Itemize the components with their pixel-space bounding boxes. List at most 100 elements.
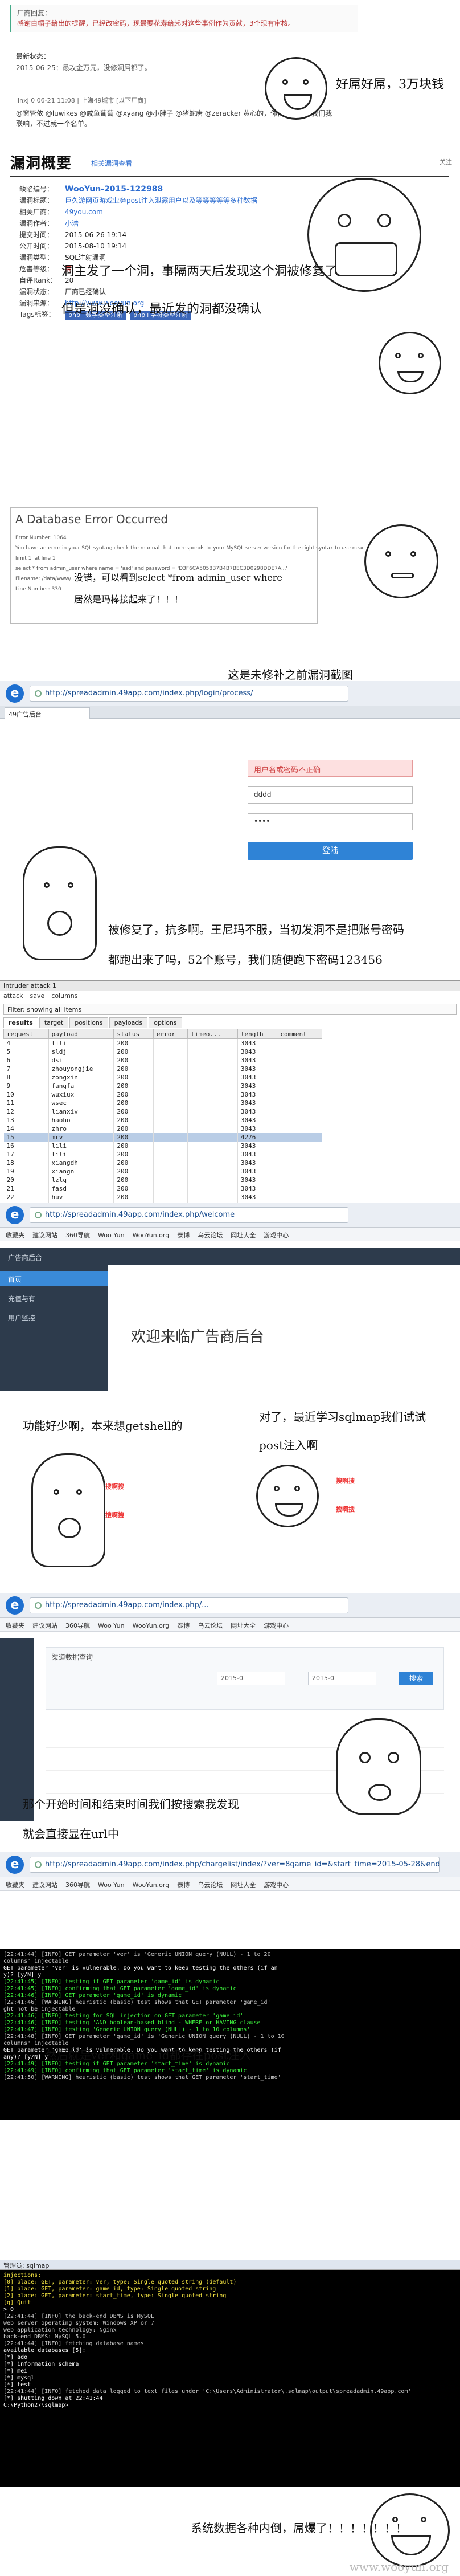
sidebar-item[interactable]: 用户监控 xyxy=(0,1310,108,1324)
table-row[interactable]: 19 xiangn 200 3043 xyxy=(3,1167,322,1176)
favorite-link[interactable]: 360导航 xyxy=(65,1232,90,1239)
table-row[interactable]: 11 wsec 200 3043 xyxy=(3,1098,322,1107)
favorite-link[interactable]: 网址大全 xyxy=(231,1881,256,1889)
password-field[interactable]: •••• xyxy=(248,813,413,830)
username-field[interactable]: dddd xyxy=(248,786,413,804)
table-row[interactable]: 6 dsi 200 3043 xyxy=(3,1055,322,1065)
table-row[interactable]: 9 fangfa 200 3043 xyxy=(3,1081,322,1090)
favorite-link[interactable]: 乌云论坛 xyxy=(198,1881,223,1889)
table-row[interactable]: 20 lzlq 200 3043 xyxy=(3,1175,322,1184)
start-date-field[interactable]: 2015-0 xyxy=(217,1672,285,1685)
table-row[interactable]: 7 zhouyongjie 200 3043 xyxy=(3,1064,322,1073)
table-row[interactable]: 5 sldj 200 3043 xyxy=(3,1047,322,1056)
table-row[interactable]: 4 lili 200 3043 xyxy=(3,1038,322,1047)
favorite-link[interactable]: 泰博 xyxy=(177,1881,190,1889)
favorite-link[interactable]: 网址大全 xyxy=(231,1622,256,1629)
favorite-link[interactable]: 游戏中心 xyxy=(264,1232,289,1239)
table-row[interactable]: 8 zongxin 200 3043 xyxy=(3,1073,322,1082)
console-line: C:\Python27\sqlmap> xyxy=(3,2402,69,2408)
table-row[interactable]: 14 zhro 200 3043 xyxy=(3,1124,322,1133)
column-header[interactable]: timeo... xyxy=(187,1029,238,1039)
intruder-menu-item[interactable]: attack xyxy=(3,992,23,1000)
favorite-link[interactable]: Woo Yun xyxy=(98,1232,125,1239)
intruder-tab[interactable]: positions xyxy=(69,1017,108,1028)
column-header[interactable]: status xyxy=(113,1029,154,1039)
table-row[interactable]: 22 huv 200 3043 xyxy=(3,1192,322,1201)
db-error-section: A Database Error Occurred Error Number: … xyxy=(0,502,460,635)
related-vuln-link[interactable]: 相关漏洞查看 xyxy=(91,158,132,168)
intruder-tab[interactable]: results xyxy=(3,1017,38,1028)
column-header[interactable]: payload xyxy=(48,1029,114,1039)
table-cell xyxy=(153,1038,188,1047)
query-panel-title: 渠道数据查询 xyxy=(52,1653,93,1661)
console-line: columns' injectable xyxy=(3,1958,69,1964)
column-header[interactable]: request xyxy=(3,1029,49,1039)
intruder-tab[interactable]: target xyxy=(39,1017,69,1028)
sidebar-item[interactable]: 首页 xyxy=(0,1271,108,1286)
table-row[interactable]: 10 wuxiux 200 3043 xyxy=(3,1090,322,1099)
favorite-link[interactable]: WooYun.org xyxy=(133,1232,170,1239)
column-header[interactable]: error xyxy=(153,1029,188,1039)
table-row[interactable]: 13 haoho 200 3043 xyxy=(3,1115,322,1124)
favorite-link[interactable]: 游戏中心 xyxy=(264,1622,289,1629)
intruder-tab[interactable]: payloads xyxy=(109,1017,148,1028)
favorite-link[interactable]: 乌云论坛 xyxy=(198,1622,223,1629)
rage-face-meme-3 xyxy=(379,332,441,394)
table-row[interactable]: 15 mrv 200 4276 xyxy=(3,1132,322,1142)
ie-logo-icon: e xyxy=(6,1856,24,1874)
intruder-filter[interactable]: Filter: showing all items xyxy=(3,1004,457,1015)
table-cell: dsi xyxy=(48,1055,114,1065)
favorite-link[interactable]: WooYun.org xyxy=(133,1622,170,1629)
vuln-detail-value[interactable]: 巨久游网页游戏业务post注入泄露用户以及等等等等等多种数据 xyxy=(65,195,257,206)
favorite-link[interactable]: WooYun.org xyxy=(133,1881,170,1889)
table-cell: 18 xyxy=(3,1158,49,1167)
favorite-link[interactable]: 泰博 xyxy=(177,1232,190,1239)
favorite-link[interactable]: 游戏中心 xyxy=(264,1881,289,1889)
search-button[interactable]: 搜索 xyxy=(399,1672,433,1685)
table-cell: 3043 xyxy=(237,1055,278,1065)
favorite-link[interactable]: 收藏夹 xyxy=(6,1622,24,1629)
favorite-link[interactable]: 建议网站 xyxy=(32,1881,57,1889)
intruder-menu-item[interactable]: save xyxy=(30,992,45,1000)
favorite-link[interactable]: Woo Yun xyxy=(98,1622,125,1629)
favorite-link[interactable]: 360导航 xyxy=(65,1622,90,1629)
address-bar[interactable]: http://spreadadmin.49app.com/index.php/w… xyxy=(30,1207,348,1223)
vuln-detail-value[interactable]: 小浩 xyxy=(65,218,79,229)
favorite-link[interactable]: 360导航 xyxy=(65,1881,90,1889)
table-row[interactable]: 16 lili 200 3043 xyxy=(3,1141,322,1150)
vuln-detail-row: 漏洞作者： 小浩 xyxy=(19,218,257,229)
follow-link[interactable]: 关注 xyxy=(440,157,452,166)
intruder-tab[interactable]: options xyxy=(149,1017,182,1028)
query-panel: 渠道数据查询 2015-0 2015-0 搜索 xyxy=(46,1647,444,1710)
vuln-detail-value[interactable]: 49you.com xyxy=(65,206,103,218)
table-row[interactable]: 18 xiangdh 200 3043 xyxy=(3,1158,322,1167)
column-header[interactable]: length xyxy=(237,1029,278,1039)
favorite-link[interactable]: 网址大全 xyxy=(231,1232,256,1239)
browser-tab[interactable]: 49广告后台 xyxy=(5,707,90,719)
address-bar[interactable]: http://spreadadmin.49app.com/index.php/.… xyxy=(30,1597,348,1613)
sidebar-item[interactable]: 充值与有 xyxy=(0,1290,108,1305)
favorite-link[interactable]: Woo Yun xyxy=(98,1881,125,1889)
table-row[interactable]: 21 fasd 200 3043 xyxy=(3,1184,322,1193)
table-cell xyxy=(153,1175,188,1184)
favorite-link[interactable]: 收藏夹 xyxy=(6,1881,24,1889)
table-cell: 200 xyxy=(113,1175,154,1184)
table-row[interactable]: 17 lili 200 3043 xyxy=(3,1150,322,1159)
favorite-link[interactable]: 建议网站 xyxy=(32,1622,57,1629)
table-cell xyxy=(187,1047,238,1056)
address-bar[interactable]: http://spreadadmin.49app.com/index.php/c… xyxy=(30,1857,440,1873)
favorite-link[interactable]: 建议网站 xyxy=(32,1232,57,1239)
table-row[interactable]: 12 lianxiv 200 3043 xyxy=(3,1107,322,1116)
favorite-link[interactable]: 收藏夹 xyxy=(6,1232,24,1239)
table-cell xyxy=(153,1107,188,1116)
favorite-link[interactable]: 乌云论坛 xyxy=(198,1232,223,1239)
favorite-link[interactable]: 泰博 xyxy=(177,1622,190,1629)
intruder-menu-item[interactable]: columns xyxy=(51,992,77,1000)
login-button[interactable]: 登陆 xyxy=(248,842,413,860)
end-date-field[interactable]: 2015-0 xyxy=(308,1672,376,1685)
console-line: [22:41:45] [INFO] testing if GET paramet… xyxy=(3,1979,220,1985)
table-cell: 200 xyxy=(113,1150,154,1159)
address-bar[interactable]: http://spreadadmin.49app.com/index.php/l… xyxy=(30,686,348,702)
column-header[interactable]: comment xyxy=(277,1029,322,1039)
table-cell xyxy=(153,1073,188,1082)
